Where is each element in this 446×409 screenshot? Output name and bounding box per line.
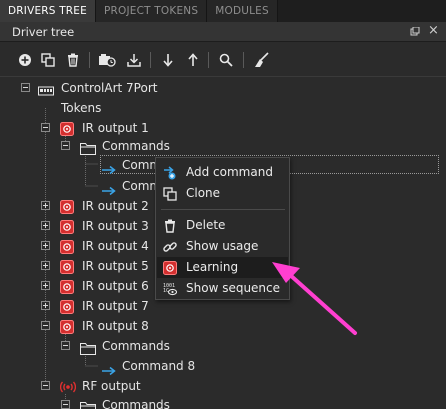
menu-item-label: Show usage xyxy=(186,239,259,253)
command-arrow-icon xyxy=(102,181,116,196)
copy-icon[interactable] xyxy=(38,50,58,70)
tree-node-ir-output-1[interactable]: IR output 1 xyxy=(0,118,446,138)
tree-label: IR output 1 xyxy=(82,121,149,135)
pin-icon[interactable] xyxy=(410,26,420,37)
tab-bar: DRIVERS TREE PROJECT TOKENS MODULES xyxy=(0,0,446,22)
menu-item-delete[interactable]: Delete xyxy=(157,215,288,236)
tree-label: IR output 5 xyxy=(82,259,149,273)
expand-toggle[interactable] xyxy=(41,201,50,210)
expand-toggle[interactable] xyxy=(41,301,50,310)
toolbar-separator xyxy=(89,52,90,68)
tree-label: IR output 7 xyxy=(82,299,149,313)
tree-node-root[interactable]: ControlArt 7Port xyxy=(0,78,446,98)
collapse-toggle[interactable] xyxy=(41,381,50,390)
menu-item-clone[interactable]: Clone xyxy=(157,183,288,204)
collapse-toggle[interactable] xyxy=(41,321,50,330)
tree-label: Commands xyxy=(102,398,170,409)
ir-output-icon xyxy=(60,259,74,274)
collapse-toggle[interactable] xyxy=(41,123,50,132)
menu-item-label: Clone xyxy=(186,186,221,200)
collapse-toggle[interactable] xyxy=(61,341,70,350)
ir-learning-icon xyxy=(163,260,177,275)
ir-output-icon xyxy=(60,219,74,234)
menu-item-label: Learning xyxy=(186,260,239,274)
tab-drivers-tree[interactable]: DRIVERS TREE xyxy=(0,0,96,22)
add-command-icon xyxy=(163,165,177,180)
toolbar xyxy=(0,43,446,77)
rf-output-icon xyxy=(59,379,77,393)
expand-toggle[interactable] xyxy=(41,261,50,270)
toolbar-separator xyxy=(150,52,151,68)
tree-label: Commands xyxy=(102,139,170,153)
tree-label: IR output 4 xyxy=(82,239,149,253)
menu-item-learning[interactable]: Learning xyxy=(157,257,288,278)
menu-separator xyxy=(161,209,285,210)
menu-item-show-sequence[interactable]: 1001 1C Show sequence xyxy=(157,278,288,299)
ir-output-icon xyxy=(60,199,74,214)
collapse-toggle[interactable] xyxy=(61,141,70,150)
tree-node-commands[interactable]: Commands xyxy=(0,136,446,156)
panel-header: Driver tree × xyxy=(0,22,446,42)
toolbar-separator xyxy=(208,52,209,68)
add-icon[interactable] xyxy=(15,50,35,70)
ir-output-icon xyxy=(60,239,74,254)
expand-toggle[interactable] xyxy=(41,221,50,230)
clone-icon xyxy=(163,186,177,201)
move-down-icon[interactable] xyxy=(158,50,178,70)
link-icon xyxy=(163,239,177,253)
tree-label: IR output 3 xyxy=(82,219,149,233)
tree-node-command-8[interactable]: Command 8 xyxy=(0,356,446,376)
expand-toggle[interactable] xyxy=(41,281,50,290)
delete-icon[interactable] xyxy=(63,50,83,70)
tree-node-rf-output[interactable]: RF output xyxy=(0,376,446,396)
tree-label: RF output xyxy=(82,379,141,393)
move-up-icon[interactable] xyxy=(183,50,203,70)
expand-toggle[interactable] xyxy=(41,241,50,250)
tree-node-tokens[interactable]: Tokens xyxy=(0,98,446,118)
tree-label: ControlArt 7Port xyxy=(61,81,158,95)
tree-label: IR output 6 xyxy=(82,279,149,293)
context-menu: Add command Clone Delete Show usage Lear… xyxy=(155,157,290,300)
tree-node-commands[interactable]: Commands xyxy=(0,336,446,356)
search-icon[interactable] xyxy=(216,50,236,70)
folder-icon xyxy=(80,140,96,155)
folder-icon xyxy=(80,399,96,409)
tree-label: IR output 2 xyxy=(82,199,149,213)
device-icon xyxy=(38,82,54,96)
menu-item-add-command[interactable]: Add command xyxy=(157,162,288,183)
tree-label: Tokens xyxy=(61,101,102,115)
command-arrow-icon xyxy=(102,361,116,376)
tree-label: Commands xyxy=(102,339,170,353)
ir-output-icon xyxy=(60,299,74,314)
import-icon[interactable] xyxy=(97,50,117,70)
panel-title: Driver tree xyxy=(12,25,75,39)
ir-output-icon xyxy=(60,319,74,334)
menu-item-label: Delete xyxy=(186,218,226,232)
ir-output-icon xyxy=(60,279,74,294)
menu-item-label: Show sequence xyxy=(186,281,281,295)
command-arrow-icon xyxy=(102,160,116,175)
sequence-icon: 1001 1C xyxy=(163,281,178,296)
close-icon[interactable]: × xyxy=(428,23,439,38)
tab-modules[interactable]: MODULES xyxy=(207,0,278,22)
menu-item-label: Add command xyxy=(186,165,273,179)
collapse-toggle[interactable] xyxy=(61,400,70,409)
collapse-toggle[interactable] xyxy=(21,83,30,92)
tree-node-ir-output-8[interactable]: IR output 8 xyxy=(0,316,446,336)
menu-item-show-usage[interactable]: Show usage xyxy=(157,236,288,257)
delete-icon xyxy=(163,218,177,233)
folder-icon xyxy=(80,340,96,355)
tree-label: IR output 8 xyxy=(82,319,149,333)
clear-icon[interactable] xyxy=(252,50,272,70)
ir-output-icon xyxy=(60,121,74,136)
toolbar-separator xyxy=(243,52,244,68)
tab-project-tokens[interactable]: PROJECT TOKENS xyxy=(95,0,208,22)
tree-label: Command 8 xyxy=(122,359,196,373)
download-icon[interactable] xyxy=(124,50,144,70)
tree-node-commands[interactable]: Commands xyxy=(0,395,446,409)
